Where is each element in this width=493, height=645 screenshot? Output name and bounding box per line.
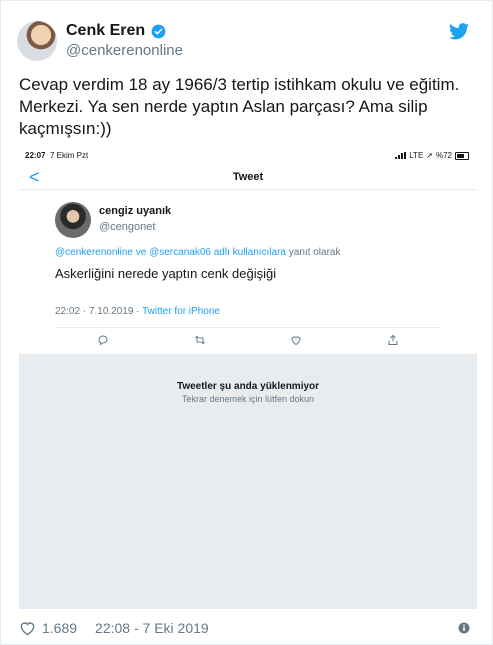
divider [55, 327, 441, 328]
network-label: LTE [409, 151, 424, 160]
phone-nav-bar: < Tweet [19, 167, 477, 190]
author-handle[interactable]: @cenkerenonline [66, 42, 183, 59]
verified-badge-icon [151, 24, 166, 38]
tweet-text: Cevap verdim 18 ay 1966/3 tertip istihka… [19, 74, 469, 140]
battery-icon [455, 151, 469, 160]
unavailable-subtitle: Tekrar denemek için lütfen dokun [181, 394, 315, 404]
info-icon[interactable] [458, 622, 470, 634]
retweet-icon [194, 335, 205, 345]
signal-icon [395, 152, 407, 159]
inner-avatar [55, 202, 91, 238]
inner-tweet-text: Askerliğini nerede yaptın cenk değişiği [55, 266, 277, 281]
nav-title: Tweet [232, 171, 264, 183]
like-icon [291, 336, 301, 346]
tweet-text-line: Merkezi. Ya sen nerde yaptın Aslan parça… [19, 97, 428, 116]
tweet-text-line: kaçmışsın:)) [19, 119, 112, 138]
location-icon: ➚ [426, 151, 433, 160]
unavailable-title: Tweetler şu anda yüklenmiyor [176, 381, 320, 392]
inner-action-bar [55, 334, 441, 350]
status-time: 22:07 [25, 151, 46, 160]
battery-label: %72 [435, 151, 452, 160]
reply-context: @cenkerenonline ve @sercanak06 adlı kull… [55, 247, 340, 258]
tweet-card: Cenk Eren @cenkerenonline Cevap verdim 1… [0, 0, 493, 645]
inner-datetime: 22:02 · 7.10.2019 · [55, 306, 140, 317]
reply-suffix: yanıt olarak [288, 247, 341, 258]
author-name[interactable]: Cenk Eren [66, 22, 145, 40]
attached-screenshot[interactable]: 22:07 7 Ekim Pzt LTE ➚ %72 < Tweet cengi… [19, 149, 477, 609]
share-icon [388, 334, 398, 345]
inner-author-handle: @cengonet [99, 221, 156, 233]
status-date: 7 Ekim Pzt [50, 151, 89, 160]
phone-status-bar: 22:07 7 Ekim Pzt LTE ➚ %72 [19, 149, 477, 163]
inner-author-name: cengiz uyanık [99, 205, 172, 217]
status-indicators: LTE ➚ %72 [395, 151, 469, 160]
reply-icon [98, 335, 108, 346]
inner-client: Twitter for iPhone [142, 306, 220, 317]
tweet-text-line: Cevap verdim 18 ay 1966/3 tertip istihka… [19, 75, 460, 94]
unavailable-panel: Tweetler şu anda yüklenmiyor Tekrar dene… [19, 354, 477, 609]
heart-icon[interactable] [19, 621, 36, 636]
author-name-row[interactable]: Cenk Eren [66, 22, 166, 40]
avatar[interactable] [17, 21, 57, 61]
tweet-footer: 1.689 22:08 - 7 Eki 2019 [19, 620, 209, 636]
tweet-timestamp[interactable]: 22:08 - 7 Eki 2019 [95, 620, 209, 636]
reply-mentions: @cenkerenonline ve @sercanak06 adlı kull… [55, 247, 286, 258]
inner-tweet-meta: 22:02 · 7.10.2019 · Twitter for iPhone [55, 306, 220, 317]
twitter-bird-icon[interactable] [449, 23, 469, 40]
like-count[interactable]: 1.689 [42, 620, 77, 636]
